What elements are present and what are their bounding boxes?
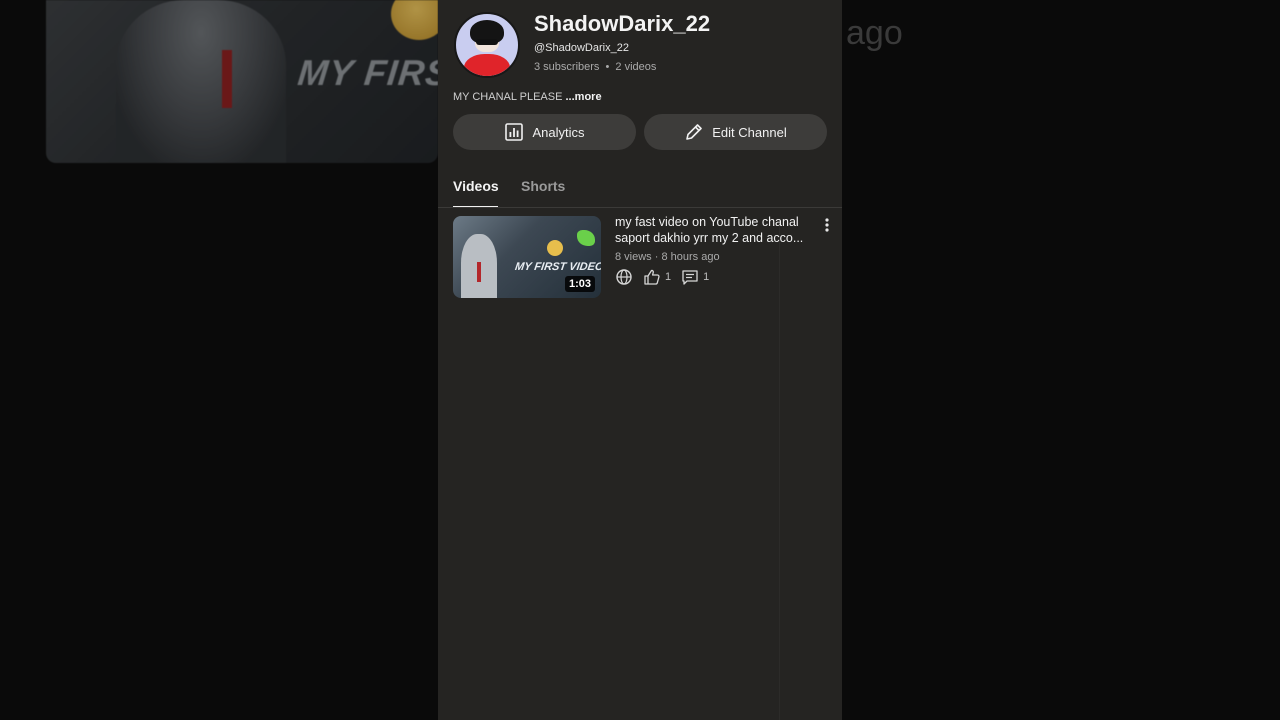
comment-icon bbox=[681, 268, 699, 286]
background-title: MY FIRST V bbox=[295, 52, 438, 93]
analytics-button[interactable]: Analytics bbox=[453, 114, 636, 150]
video-count: 2 videos bbox=[615, 61, 657, 73]
channel-handle: @ShadowDarix_22 bbox=[534, 42, 629, 54]
meta-dot: · bbox=[654, 251, 659, 263]
video-stats-row: 1 1 bbox=[615, 268, 709, 286]
video-duration: 1:03 bbox=[564, 276, 595, 292]
channel-stats: 3 subscribers • 2 videos bbox=[534, 61, 656, 73]
video-views: 8 views bbox=[615, 251, 652, 263]
pencil-icon bbox=[684, 122, 704, 142]
analytics-label: Analytics bbox=[532, 124, 585, 140]
edit-channel-button[interactable]: Edit Channel bbox=[644, 114, 827, 150]
video-title-line1: my fast video on YouTube chanal bbox=[615, 215, 799, 229]
comment-count: 1 bbox=[703, 271, 710, 283]
video-age: 8 hours ago bbox=[661, 251, 720, 263]
subscriber-count: 3 subscribers bbox=[534, 61, 600, 73]
comments-group: 1 bbox=[681, 268, 709, 286]
background-ago-text: ago bbox=[846, 14, 903, 52]
background-emoji bbox=[391, 0, 438, 40]
background-figure bbox=[116, 0, 286, 163]
divider-line bbox=[779, 222, 780, 720]
thumbnail-emoji bbox=[547, 240, 563, 256]
globe-icon bbox=[615, 268, 633, 286]
avatar-shirt bbox=[464, 54, 510, 76]
thumbnail-leaf bbox=[577, 230, 595, 246]
background-tie bbox=[222, 50, 232, 108]
background-video-preview: MY FIRST V 1 bbox=[46, 0, 438, 163]
channel-description[interactable]: MY CHANAL PLEASE ...more bbox=[453, 91, 602, 103]
channel-name: ShadowDarix_22 bbox=[534, 11, 711, 36]
avatar-mask bbox=[476, 39, 498, 45]
avatar[interactable] bbox=[454, 12, 520, 78]
thumbnail-tie bbox=[477, 262, 481, 282]
tab-shorts[interactable]: Shorts bbox=[521, 178, 565, 194]
video-thumbnail[interactable]: MY FIRST VIDEO 1:03 bbox=[453, 216, 601, 298]
tab-divider bbox=[438, 207, 842, 208]
video-title[interactable]: my fast video on YouTube chanal saport d… bbox=[615, 215, 815, 246]
video-meta: 8 views · 8 hours ago bbox=[615, 251, 720, 263]
stats-separator: • bbox=[605, 61, 610, 73]
edit-channel-label: Edit Channel bbox=[712, 124, 787, 140]
video-title-line2: saport dakhio yrr my 2 and acco... bbox=[615, 230, 804, 245]
bar-chart-icon bbox=[504, 122, 524, 142]
more-options-icon[interactable] bbox=[819, 216, 835, 234]
phone-screen: ShadowDarix_22 @ShadowDarix_22 3 subscri… bbox=[438, 0, 842, 720]
like-count: 1 bbox=[665, 271, 672, 283]
description-text: MY CHANAL PLEASE bbox=[453, 91, 566, 103]
thumbs-up-icon bbox=[643, 268, 661, 286]
more-link[interactable]: ...more bbox=[566, 91, 602, 103]
likes-group: 1 bbox=[643, 268, 671, 286]
tab-videos[interactable]: Videos bbox=[453, 178, 499, 194]
thumbnail-title: MY FIRST VIDEO bbox=[514, 261, 601, 273]
